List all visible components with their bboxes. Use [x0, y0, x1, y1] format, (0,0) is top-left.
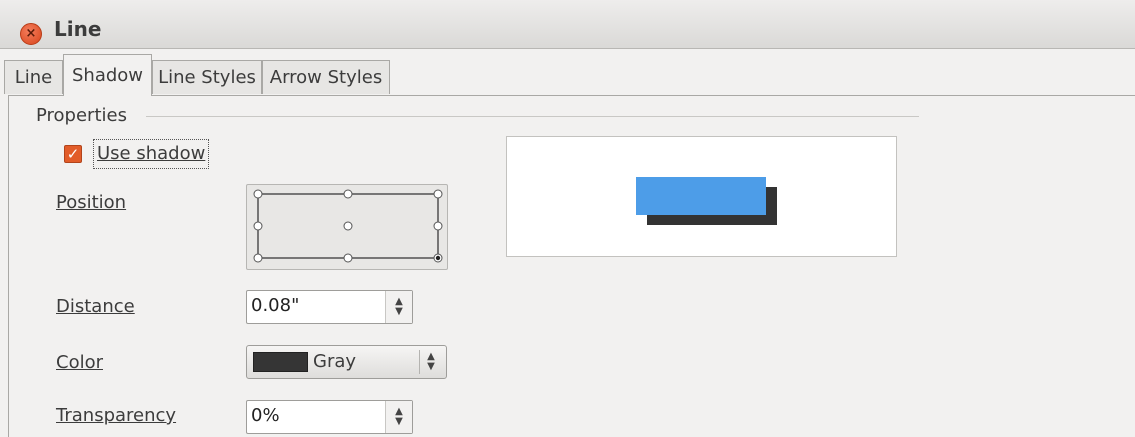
position-middle-right[interactable]: [433, 221, 443, 231]
tab-shadow[interactable]: Shadow: [63, 54, 152, 96]
use-shadow-checkbox[interactable]: ✓: [64, 145, 82, 163]
tab-line[interactable]: Line: [4, 60, 63, 94]
preview-object: [636, 177, 766, 215]
selected-position-dot: [435, 255, 441, 261]
position-top-left[interactable]: [253, 189, 263, 199]
position-middle-left[interactable]: [253, 221, 263, 231]
section-divider: [146, 116, 919, 117]
transparency-spinbox[interactable]: 0% ▲ ▼: [246, 400, 413, 434]
position-bottom-center[interactable]: [343, 253, 353, 263]
distance-value[interactable]: 0.08": [251, 295, 299, 316]
transparency-value[interactable]: 0%: [251, 405, 280, 426]
distance-label: Distance: [56, 296, 135, 317]
position-label: Position: [56, 192, 127, 213]
position-top-center[interactable]: [343, 189, 353, 199]
dropdown-arrows-icon[interactable]: ▲ ▼: [419, 350, 442, 374]
color-dropdown[interactable]: Gray ▲ ▼: [246, 345, 447, 379]
close-icon[interactable]: ×: [20, 23, 42, 45]
color-swatch: [253, 352, 308, 372]
spin-arrows-icon[interactable]: ▲ ▼: [386, 297, 412, 317]
use-shadow-label[interactable]: Use shadow: [93, 139, 210, 169]
position-center[interactable]: [343, 221, 353, 231]
transparency-label: Transparency: [56, 405, 177, 426]
section-properties-label: Properties: [36, 105, 127, 126]
spin-arrows-icon[interactable]: ▲ ▼: [386, 407, 412, 427]
transparency-spin-buttons[interactable]: ▲ ▼: [385, 401, 412, 433]
color-value: Gray: [313, 351, 357, 372]
distance-spinbox[interactable]: 0.08" ▲ ▼: [246, 290, 413, 324]
position-top-right[interactable]: [433, 189, 443, 199]
shadow-position-selector[interactable]: [246, 184, 448, 270]
shadow-preview: [506, 136, 897, 257]
distance-spin-buttons[interactable]: ▲ ▼: [385, 291, 412, 323]
title-bar: × Line: [0, 0, 1135, 49]
tab-arrow-styles[interactable]: Arrow Styles: [262, 60, 390, 94]
position-bottom-left[interactable]: [253, 253, 263, 263]
window-title: Line: [54, 17, 102, 41]
position-grid-icon: [253, 189, 443, 263]
tab-line-styles[interactable]: Line Styles: [152, 60, 262, 94]
color-label: Color: [56, 352, 103, 373]
